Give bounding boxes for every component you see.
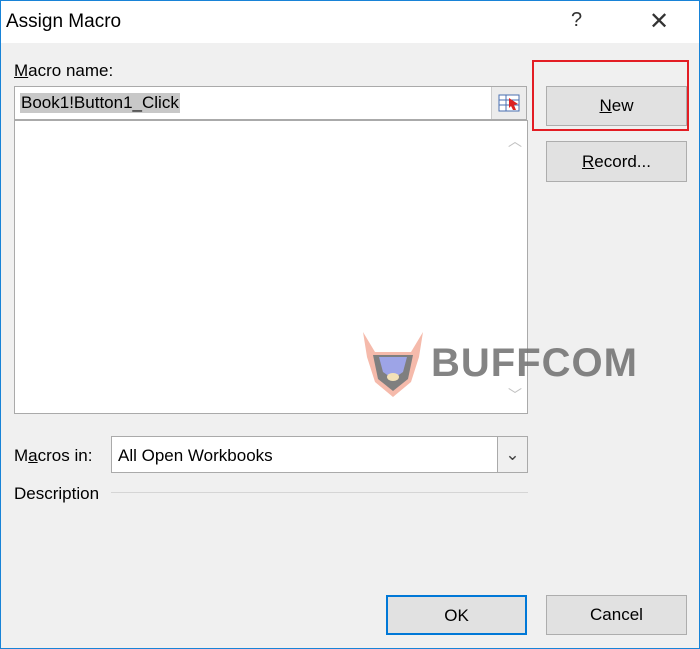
close-icon[interactable]: ✕ (649, 7, 669, 36)
title-bar: Assign Macro ? ✕ (1, 1, 699, 43)
description-divider (111, 492, 528, 493)
macros-in-label: Macros in: (14, 446, 93, 465)
new-button[interactable]: New (546, 86, 687, 126)
dialog-title: Assign Macro (6, 11, 122, 32)
scroll-down-icon[interactable]: ﹀ (508, 385, 522, 405)
scroll-up-icon[interactable]: ︿ (508, 131, 522, 151)
help-button[interactable]: ? (571, 9, 582, 32)
ok-button[interactable]: OK (386, 595, 527, 635)
watermark-logo-icon (353, 327, 433, 404)
macros-in-value: All Open Workbooks (118, 446, 273, 465)
macro-name-value: Book1!Button1_Click (20, 93, 180, 113)
macro-name-input[interactable]: Book1!Button1_Click (14, 86, 527, 120)
range-picker-icon (498, 94, 520, 112)
watermark-text: BUFFCOM (431, 341, 638, 385)
assign-macro-dialog: Assign Macro ? ✕ Macro name: Book1!Butto… (0, 0, 700, 649)
macros-in-select[interactable]: All Open Workbooks ⌄ (111, 436, 528, 473)
description-label: Description (14, 484, 100, 503)
cancel-button[interactable]: Cancel (546, 595, 687, 635)
macro-name-label: Macro name: (14, 61, 114, 80)
chevron-down-icon[interactable]: ⌄ (497, 437, 527, 472)
record-button[interactable]: Record... (546, 141, 687, 182)
range-picker-button[interactable] (491, 87, 526, 119)
